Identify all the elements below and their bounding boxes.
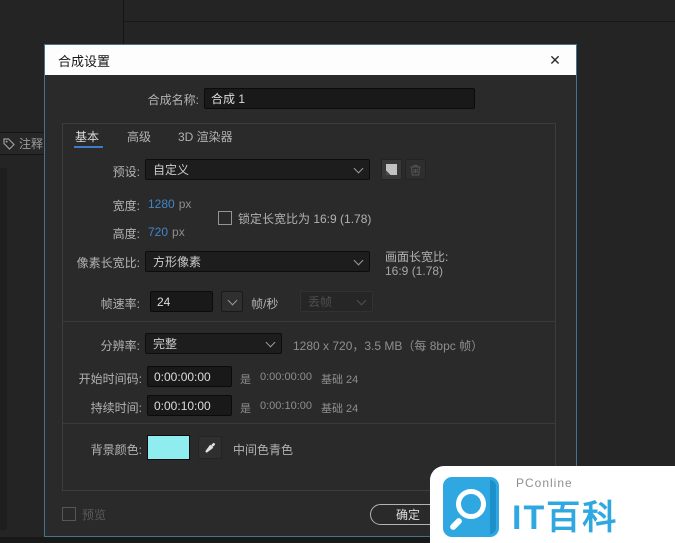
timecode-base: 基础 24 — [321, 403, 359, 415]
trash-icon — [410, 164, 421, 175]
lock-aspect-label: 锁定长宽比为 16:9 (1.78) — [238, 212, 372, 226]
frame-aspect-label: 画面长宽比: — [385, 250, 449, 264]
background-color-name: 中间色青色 — [233, 443, 294, 457]
chevron-down-icon — [353, 163, 364, 173]
dialog-title: 合成设置 — [58, 53, 111, 69]
composition-name-input[interactable] — [204, 88, 475, 109]
background-color-swatch[interactable] — [147, 435, 190, 460]
separator — [62, 321, 556, 322]
book-spine — [490, 480, 496, 534]
tab-3d-renderer[interactable]: 3D 渲染器 — [178, 128, 233, 145]
save-preset-icon — [386, 164, 397, 175]
timecode-eq-value: 0:00:10:00 — [260, 400, 312, 412]
pixel-aspect-label: 像素长宽比: — [76, 256, 140, 270]
height-value-row: 720 px — [148, 225, 185, 239]
timecode-eq-label: 是 — [240, 403, 251, 415]
frame-rate-label: 帧速率: — [100, 297, 140, 311]
eyedropper-icon — [205, 442, 216, 453]
preset-select[interactable]: 自定义 — [145, 159, 370, 180]
resolution-value: 完整 — [153, 337, 178, 351]
background-panel-divider-vertical — [123, 0, 124, 44]
eyedropper-button[interactable] — [198, 436, 222, 459]
magnifier-handle — [448, 516, 464, 532]
timecode-eq-label: 是 — [240, 374, 251, 386]
resolution-info: 1280 x 720，3.5 MB（每 8bpc 帧） — [293, 339, 484, 353]
background-panel-divider-horizontal — [124, 21, 675, 22]
height-value[interactable]: 720 — [148, 225, 168, 239]
save-preset-button[interactable] — [381, 159, 402, 180]
timecode-base: 基础 24 — [321, 374, 359, 386]
height-unit: px — [172, 225, 185, 239]
width-value-row: 1280 px — [148, 197, 191, 211]
background-color-label: 背景颜色: — [90, 443, 142, 457]
start-timecode-info: 是 0:00:00:00 基础 24 — [240, 371, 358, 387]
height-label: 高度: — [112, 227, 140, 241]
start-timecode-input[interactable] — [147, 366, 232, 387]
close-icon: ✕ — [549, 51, 561, 68]
chevron-down-icon — [353, 255, 364, 265]
dialog-titlebar: 合成设置 — [45, 45, 576, 75]
drop-frame-select: 丢帧 — [300, 291, 373, 312]
frame-rate-dropdown-button[interactable] — [221, 291, 243, 312]
close-button[interactable]: ✕ — [534, 45, 576, 75]
composition-name-label: 合成名称: — [147, 93, 199, 107]
background-left-edge — [0, 168, 7, 530]
preview-checkbox — [62, 507, 76, 521]
delete-preset-button — [405, 159, 426, 180]
width-value[interactable]: 1280 — [148, 197, 175, 211]
watermark-title: IT百科 — [512, 499, 619, 537]
duration-input[interactable] — [147, 395, 232, 416]
duration-label: 持续时间: — [90, 401, 142, 415]
active-tab-underline — [74, 146, 103, 148]
timecode-eq-value: 0:00:00:00 — [260, 371, 312, 383]
width-label: 宽度: — [112, 199, 140, 213]
lock-aspect-checkbox[interactable] — [218, 211, 232, 225]
book-icon — [443, 477, 499, 537]
resolution-label: 分辨率: — [100, 339, 140, 353]
tab-basic[interactable]: 基本 — [75, 128, 99, 145]
chevron-down-icon — [356, 295, 367, 305]
preset-value: 自定义 — [153, 163, 190, 177]
ok-button-label: 确定 — [395, 508, 420, 522]
chevron-down-icon — [227, 295, 237, 305]
drop-frame-value: 丢帧 — [308, 295, 333, 309]
notes-column-label: 注释 — [19, 137, 44, 151]
start-timecode-label: 开始时间码: — [78, 372, 142, 386]
watermark-card: PConline IT百科 — [430, 466, 675, 543]
duration-info: 是 0:00:10:00 基础 24 — [240, 400, 358, 416]
fps-unit-label: 帧/秒 — [251, 297, 279, 311]
tag-icon — [3, 137, 15, 150]
frame-rate-input[interactable] — [150, 291, 213, 312]
chevron-down-icon — [265, 337, 276, 347]
pixel-aspect-value: 方形像素 — [153, 255, 202, 269]
frame-aspect-value: 16:9 (1.78) — [385, 264, 444, 278]
width-unit: px — [178, 197, 192, 211]
resolution-select[interactable]: 完整 — [145, 333, 282, 354]
tab-advanced[interactable]: 高级 — [127, 128, 151, 145]
notes-column-header[interactable]: 注释 — [0, 132, 45, 155]
preset-label: 预设: — [112, 165, 140, 179]
pixel-aspect-select[interactable]: 方形像素 — [145, 251, 370, 272]
watermark-brand: PConline — [516, 476, 573, 490]
separator — [62, 423, 556, 424]
preview-label: 预览 — [82, 508, 107, 522]
magnifier-icon — [456, 489, 486, 519]
composition-settings-dialog: 合成设置 ✕ 合成名称: 基本 高级 3D 渲染器 预设: 自定义 — [44, 44, 577, 537]
